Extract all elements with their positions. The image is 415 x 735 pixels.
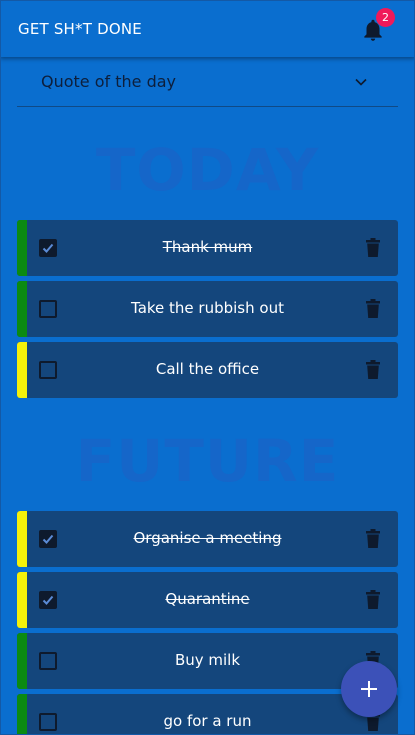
task-checkbox[interactable] xyxy=(39,591,57,609)
chevron-down-icon xyxy=(355,78,367,86)
quote-of-the-day-dropdown[interactable]: Quote of the day xyxy=(17,57,398,107)
task-label: Take the rubbish out xyxy=(131,299,284,317)
task-label: Organise a meeting xyxy=(133,529,282,547)
task-label: go for a run xyxy=(163,712,252,730)
priority-stripe xyxy=(17,281,27,337)
trash-icon[interactable] xyxy=(365,360,381,380)
task-label: Buy milk xyxy=(174,651,241,669)
priority-stripe xyxy=(17,694,27,735)
task-checkbox[interactable] xyxy=(39,239,57,257)
trash-icon[interactable] xyxy=(365,238,381,258)
app-title: GET SH*T DONE xyxy=(18,20,142,38)
task-checkbox[interactable] xyxy=(39,652,57,670)
task-item: Thank mum xyxy=(17,220,398,276)
notification-badge: 2 xyxy=(376,8,395,27)
trash-icon[interactable] xyxy=(365,590,381,610)
priority-stripe xyxy=(17,220,27,276)
task-label: Thank mum xyxy=(162,238,253,256)
task-checkbox[interactable] xyxy=(39,300,57,318)
task-item: Quarantine xyxy=(17,572,398,628)
task-item: Buy milk xyxy=(17,633,398,689)
trash-icon[interactable] xyxy=(365,529,381,549)
priority-stripe xyxy=(17,572,27,628)
add-task-button[interactable] xyxy=(341,661,397,717)
task-item: Call the office xyxy=(17,342,398,398)
task-item: go for a run xyxy=(17,694,398,735)
task-item: Organise a meeting xyxy=(17,511,398,567)
trash-icon[interactable] xyxy=(365,299,381,319)
app-bar: GET SH*T DONE 2 xyxy=(0,0,415,57)
priority-stripe xyxy=(17,633,27,689)
today-heading: TODAY xyxy=(95,136,320,204)
plus-icon xyxy=(361,681,377,697)
task-label: Call the office xyxy=(155,360,260,378)
future-heading: FUTURE xyxy=(75,427,340,495)
task-label: Quarantine xyxy=(165,590,250,608)
quote-label: Quote of the day xyxy=(41,72,177,91)
priority-stripe xyxy=(17,342,27,398)
task-checkbox[interactable] xyxy=(39,530,57,548)
task-checkbox[interactable] xyxy=(39,713,57,731)
priority-stripe xyxy=(17,511,27,567)
task-item: Take the rubbish out xyxy=(17,281,398,337)
task-checkbox[interactable] xyxy=(39,361,57,379)
